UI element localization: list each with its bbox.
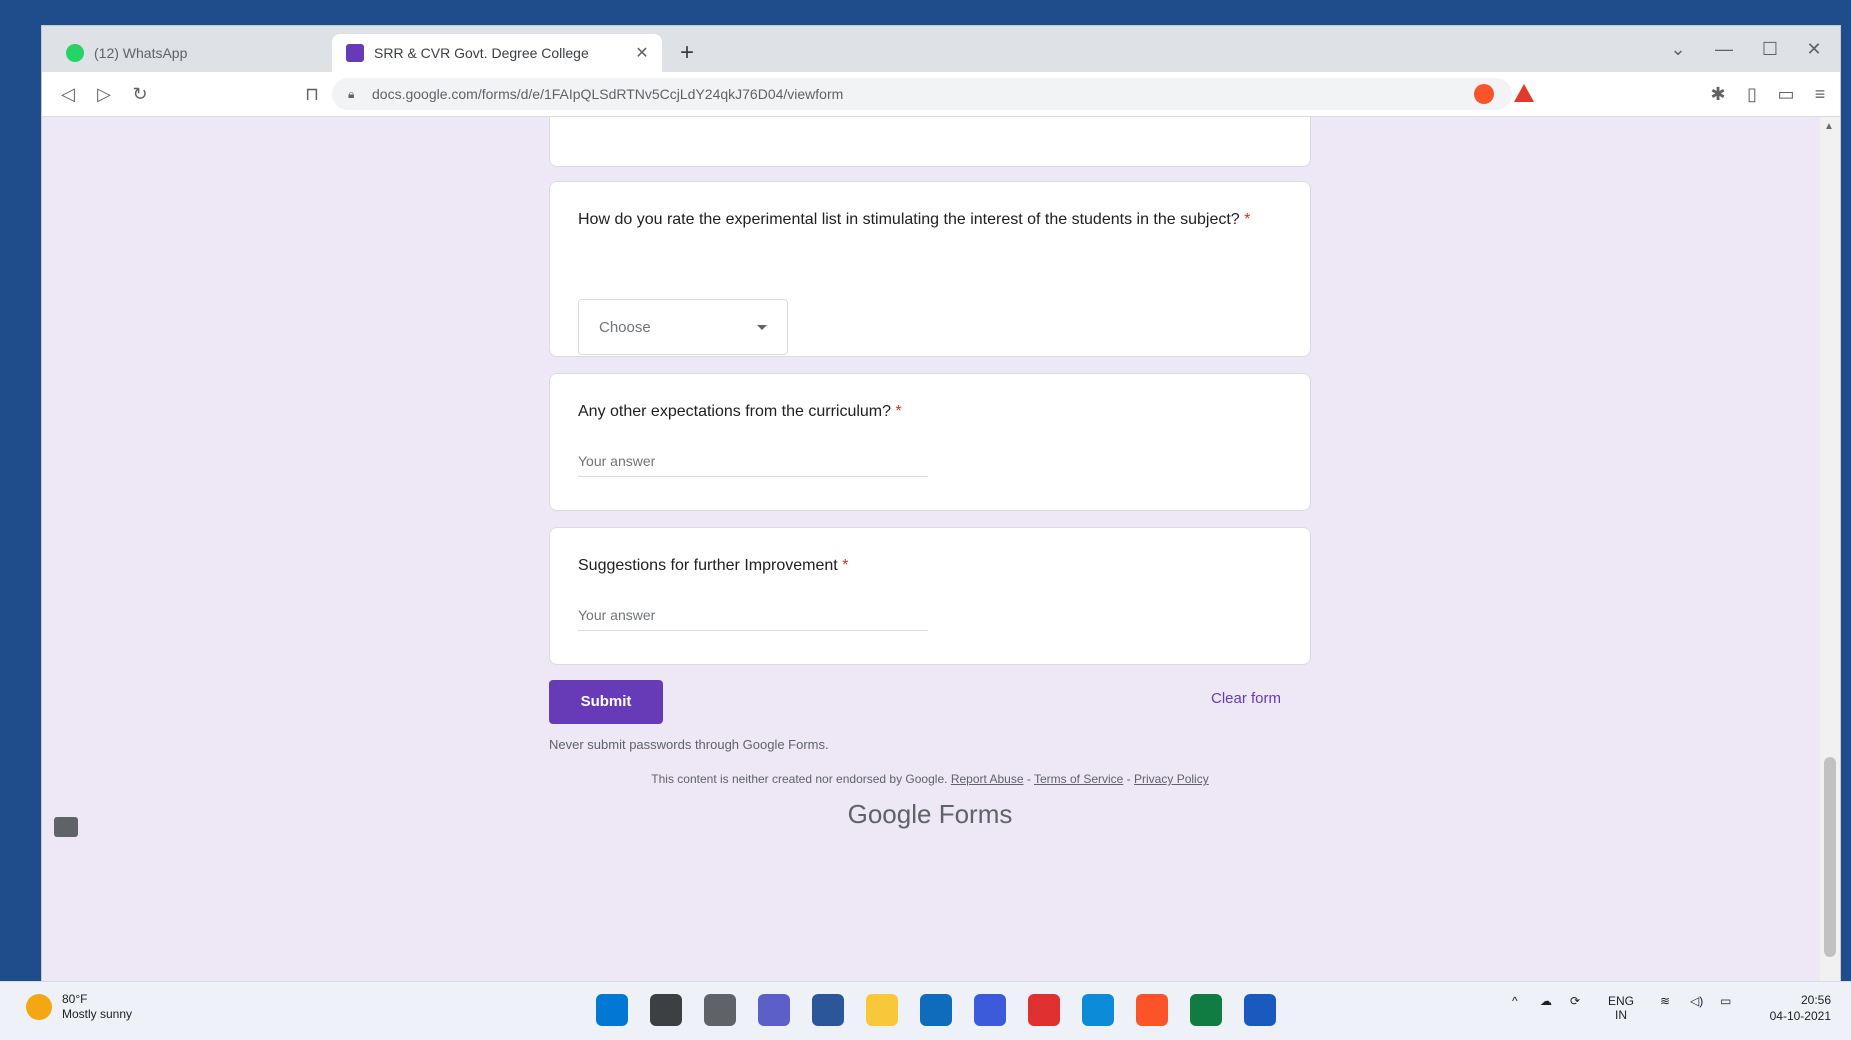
brave-browser-icon[interactable] (1136, 994, 1168, 1026)
minimize-button[interactable]: — (1702, 34, 1746, 64)
google-forms-icon (346, 44, 364, 62)
form-footer: This content is neither created nor endo… (651, 772, 1209, 786)
maximize-button[interactable]: ☐ (1748, 34, 1792, 64)
close-window-button[interactable]: ✕ (1792, 34, 1836, 64)
system-clock[interactable]: 20:56 04-10-2021 (1770, 992, 1831, 1024)
windows-taskbar: 80°F Mostly sunny ^ ☁ ⟳ ENG IN ≋ ◁) ▭ 20… (0, 981, 1851, 1040)
page-scrollbar[interactable]: ▲ (1820, 117, 1840, 981)
required-mark: * (842, 557, 849, 574)
close-tab-icon[interactable]: ✕ (630, 43, 654, 63)
store-icon[interactable] (920, 994, 952, 1026)
language-indicator[interactable]: ENG IN (1608, 994, 1634, 1022)
scrollbar-thumb[interactable] (1824, 757, 1836, 957)
search-icon[interactable] (650, 994, 682, 1026)
chevron-up-icon[interactable]: ^ (1512, 994, 1518, 1008)
browser-window: (12) WhatsApp SRR & CVR Govt. Degree Col… (42, 26, 1840, 981)
privacy-link[interactable]: Privacy Policy (1134, 772, 1209, 786)
browser-toolbar: ◁ ▷ ↻ ⊓ 🔒︎ docs.google.com/forms/d/e/1FA… (42, 72, 1840, 117)
question-card-rating: How do you rate the experimental list in… (549, 181, 1311, 357)
terms-link[interactable]: Terms of Service (1034, 772, 1123, 786)
new-tab-button[interactable]: + (672, 38, 702, 68)
expectations-input[interactable]: Your answer (578, 446, 928, 477)
task-view-icon[interactable] (704, 994, 736, 1026)
weather-widget[interactable]: 80°F Mostly sunny (26, 992, 132, 1022)
file-explorer-icon[interactable] (866, 994, 898, 1026)
chevron-down-icon (757, 324, 767, 330)
brave-rewards-icon[interactable] (1514, 84, 1534, 102)
question-text: How do you rate the experimental list in… (578, 211, 1251, 228)
tab-title: (12) WhatsApp (94, 45, 188, 61)
address-bar[interactable]: 🔒︎ docs.google.com/forms/d/e/1FAIpQLSdRT… (332, 78, 1534, 110)
battery-icon[interactable]: ▭ (1720, 994, 1731, 1008)
bookmark-icon[interactable]: ⊓ (298, 80, 326, 108)
excel-icon[interactable] (1190, 994, 1222, 1026)
submit-button[interactable]: Submit (549, 680, 663, 724)
password-warning: Never submit passwords through Google Fo… (549, 737, 829, 752)
menu-icon[interactable]: ≡ (1806, 80, 1834, 108)
suggestions-input[interactable]: Your answer (578, 600, 928, 631)
required-mark: * (1244, 211, 1251, 228)
weather-desc: Mostly sunny (62, 1007, 133, 1021)
tab-google-form[interactable]: SRR & CVR Govt. Degree College ✕ (332, 34, 662, 72)
word-editor-icon[interactable] (974, 994, 1006, 1026)
sidebar-icon[interactable]: ▯ (1738, 80, 1766, 108)
word-icon[interactable] (1244, 994, 1276, 1026)
rating-dropdown[interactable]: Choose (578, 299, 788, 355)
back-icon[interactable]: ◁ (54, 80, 82, 108)
report-abuse-link[interactable]: Report Abuse (951, 772, 1024, 786)
reload-icon[interactable]: ↻ (126, 80, 154, 108)
wps-icon[interactable] (1028, 994, 1060, 1026)
wallet-icon[interactable]: ▭ (1772, 80, 1800, 108)
previous-question-card (549, 117, 1311, 167)
tab-title: SRR & CVR Govt. Degree College (374, 45, 589, 61)
question-card-suggestions: Suggestions for further Improvement * Yo… (549, 527, 1311, 665)
tab-strip: (12) WhatsApp SRR & CVR Govt. Degree Col… (42, 26, 1840, 72)
widgets-icon[interactable] (812, 994, 844, 1026)
lock-icon: 🔒︎ (348, 86, 355, 101)
question-text: Any other expectations from the curricul… (578, 403, 902, 420)
question-text: Suggestions for further Improvement * (578, 557, 849, 574)
weather-temp: 80°F (62, 992, 88, 1006)
footer-disclaimer: This content is neither created nor endo… (651, 772, 948, 786)
extensions-icon[interactable]: ✱ (1704, 80, 1732, 108)
url-text: docs.google.com/forms/d/e/1FAIpQLSdRTNv5… (372, 86, 844, 102)
form-page: How do you rate the experimental list in… (42, 117, 1820, 981)
scroll-up-icon[interactable]: ▲ (1824, 121, 1834, 132)
clear-form-button[interactable]: Clear form (1211, 690, 1281, 707)
start-icon[interactable] (596, 994, 628, 1026)
google-forms-logo[interactable]: Google Forms (549, 799, 1311, 830)
sun-icon (26, 994, 52, 1020)
wifi-icon[interactable]: ≋ (1660, 994, 1670, 1008)
dropdown-placeholder: Choose (599, 318, 651, 336)
edge-icon[interactable] (1082, 994, 1114, 1026)
question-card-expectations: Any other expectations from the curricul… (549, 373, 1311, 511)
required-mark: * (895, 403, 902, 420)
feedback-icon[interactable] (54, 817, 78, 837)
cloud-icon[interactable]: ☁ (1540, 994, 1552, 1008)
chat-icon[interactable] (758, 994, 790, 1026)
whatsapp-icon (66, 44, 84, 62)
tab-search-icon[interactable]: ⌄ (1656, 34, 1700, 64)
brave-shields-icon[interactable] (1474, 84, 1494, 104)
sync-icon[interactable]: ⟳ (1570, 994, 1580, 1008)
volume-icon[interactable]: ◁) (1690, 994, 1703, 1008)
tab-whatsapp[interactable]: (12) WhatsApp (52, 34, 332, 72)
forward-icon[interactable]: ▷ (90, 80, 118, 108)
